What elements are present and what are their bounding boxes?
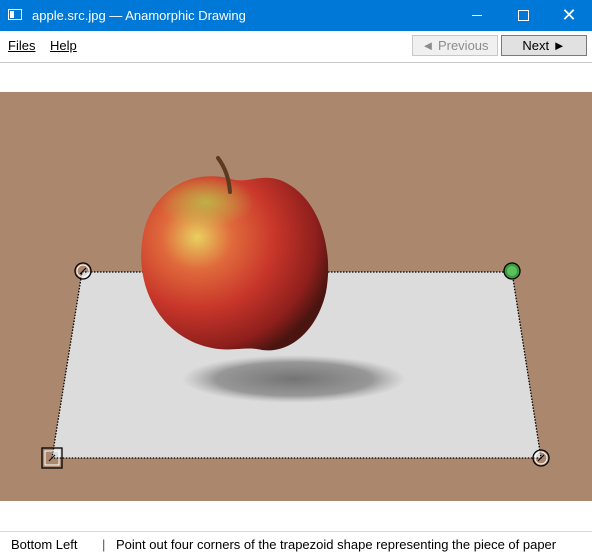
- minimize-button[interactable]: [454, 0, 500, 31]
- image-canvas[interactable]: [0, 92, 592, 501]
- status-separator: |: [102, 537, 106, 552]
- close-icon: ✕: [561, 4, 577, 26]
- status-bar: Bottom Left | Point out four corners of …: [0, 531, 592, 556]
- status-corner: Bottom Left: [11, 537, 78, 552]
- close-button[interactable]: ✕: [546, 0, 592, 31]
- apple-shadow: [182, 355, 406, 403]
- minimize-icon: [472, 15, 482, 16]
- corner-handle-top-left[interactable]: [74, 262, 92, 280]
- toolbar-divider: [0, 62, 592, 63]
- status-instruction: Point out four corners of the trapezoid …: [116, 537, 557, 552]
- app-window-icon: [8, 9, 22, 20]
- menu-files-label: Files: [8, 38, 36, 53]
- corner-handle-bottom-right[interactable]: [532, 449, 550, 467]
- menu-help-label: Help: [50, 38, 77, 53]
- menu-files[interactable]: Files: [8, 38, 35, 53]
- previous-button[interactable]: ◄ Previous: [412, 35, 498, 56]
- next-button[interactable]: Next ►: [501, 35, 587, 56]
- scene-svg: [41, 156, 550, 469]
- maximize-button[interactable]: [500, 0, 546, 31]
- title-bar[interactable]: apple.src.jpg — Anamorphic Drawing ✕: [0, 0, 592, 31]
- window-title: apple.src.jpg — Anamorphic Drawing: [32, 8, 246, 23]
- maximize-icon: [517, 10, 529, 21]
- menu-help[interactable]: Help: [50, 38, 77, 53]
- corner-handle-top-right[interactable]: [503, 262, 521, 280]
- corner-handle-bottom-left[interactable]: [41, 447, 63, 469]
- apple-top-highlight: [158, 176, 254, 228]
